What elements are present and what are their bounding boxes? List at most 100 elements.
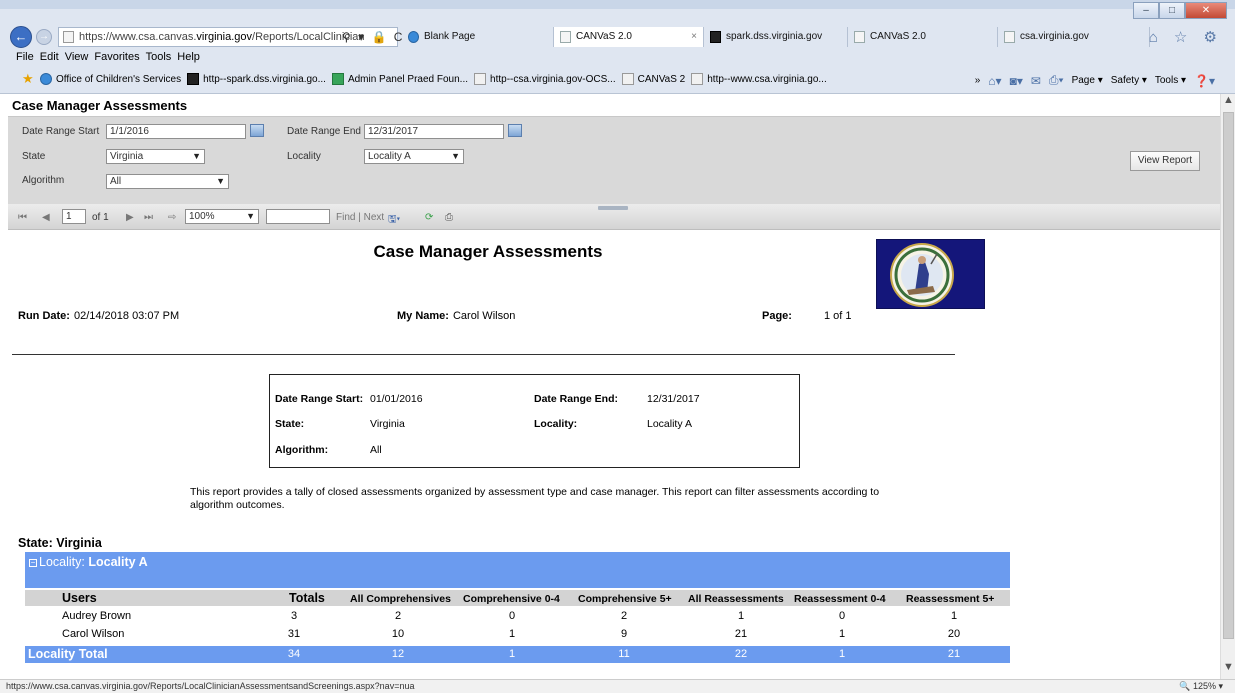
- calendar-icon[interactable]: [508, 124, 522, 137]
- first-page-icon[interactable]: ⏮: [18, 212, 27, 223]
- calendar-icon[interactable]: [250, 124, 264, 137]
- find-input[interactable]: [266, 209, 330, 224]
- menu-favorites[interactable]: Favorites: [94, 51, 139, 65]
- chevron-down-icon: ▼: [192, 151, 201, 161]
- favorites-star-icon[interactable]: ★: [22, 72, 36, 85]
- page-menu[interactable]: Page ▾: [1072, 75, 1103, 86]
- s-icon: [187, 73, 200, 85]
- view-report-button[interactable]: View Report: [1130, 151, 1200, 171]
- maximize-button[interactable]: □: [1159, 2, 1185, 19]
- favorite-spark[interactable]: http--spark.dss.virginia.go...: [187, 73, 326, 85]
- last-page-icon[interactable]: ⏭: [144, 212, 153, 223]
- forward-button[interactable]: →: [36, 29, 52, 45]
- table-row-user: Audrey Brown: [62, 610, 132, 622]
- print-icon[interactable]: ⎙▾: [1049, 73, 1064, 88]
- state-select[interactable]: Virginia ▼: [106, 149, 205, 164]
- tab-spark-dss[interactable]: spark.dss.virginia.gov: [704, 27, 848, 47]
- back-button[interactable]: ←: [10, 26, 32, 48]
- scroll-down-icon[interactable]: ▼: [1221, 661, 1235, 677]
- scroll-up-icon[interactable]: ▲: [1221, 94, 1235, 110]
- page-icon: [560, 31, 571, 43]
- refresh-icon[interactable]: ⟳: [425, 212, 433, 223]
- admin-panel-icon: [331, 73, 344, 85]
- report-description: This report provides a tally of closed a…: [190, 486, 880, 511]
- col-all-comprehensives: All Comprehensives: [350, 593, 451, 605]
- page-icon: [621, 73, 634, 85]
- algorithm-select[interactable]: All ▼: [106, 174, 229, 189]
- favorites-bar: ★ Office of Children's Services http--sp…: [0, 68, 1235, 92]
- favorite-csa-ocs[interactable]: http--csa.virginia.gov-OCS...: [474, 73, 616, 85]
- locality-select-value: Locality A: [368, 151, 411, 162]
- minimize-button[interactable]: –: [1133, 2, 1159, 19]
- tab-blank-page[interactable]: Blank Page: [402, 27, 554, 47]
- table-cell: 10: [391, 628, 405, 640]
- vertical-scrollbar[interactable]: ▲ ▼: [1220, 94, 1235, 679]
- page-label: Page:: [762, 310, 792, 322]
- algorithm-label: Algorithm: [22, 175, 65, 186]
- tab-strip: Blank Page CANVaS 2.0 × spark.dss.virgin…: [402, 27, 1150, 47]
- close-button[interactable]: ✕: [1185, 2, 1227, 19]
- page-icon: [854, 31, 865, 43]
- state-group-header: State: Virginia: [18, 536, 102, 550]
- col-all-reassessments: All Reassessments: [688, 593, 784, 605]
- tab-canvas-2[interactable]: CANVaS 2.0: [848, 27, 998, 47]
- menu-edit[interactable]: Edit: [40, 51, 59, 65]
- find-next-links[interactable]: Find | Next: [336, 212, 384, 223]
- prev-page-icon[interactable]: ◀: [42, 212, 50, 223]
- locality-select[interactable]: Locality A ▼: [364, 149, 464, 164]
- menu-view[interactable]: View: [65, 51, 89, 65]
- next-page-icon[interactable]: ▶: [126, 212, 134, 223]
- algorithm-select-value: All: [110, 176, 122, 187]
- favorite-www-csa[interactable]: http--www.csa.virginia.go...: [691, 73, 827, 85]
- date-start-input[interactable]: 1/1/2016: [106, 124, 246, 139]
- table-cell: 3: [290, 610, 298, 622]
- home-icon[interactable]: ⌂▾: [988, 74, 1001, 88]
- tools-menu[interactable]: Tools ▾: [1155, 75, 1186, 86]
- table-cell: 1: [838, 628, 846, 640]
- page-info-label: Page:: [762, 310, 796, 322]
- status-url: https://www.csa.canvas.virginia.gov/Repo…: [6, 681, 415, 691]
- table-cell: 0: [838, 610, 846, 622]
- tab-canvas-2-active[interactable]: CANVaS 2.0 ×: [554, 27, 704, 47]
- menu-help[interactable]: Help: [177, 51, 200, 65]
- scrollbar-thumb[interactable]: [1223, 112, 1234, 639]
- page-number-input[interactable]: 1: [62, 209, 86, 224]
- my-name-value: Carol Wilson: [452, 310, 516, 322]
- mail-icon[interactable]: ✉: [1031, 74, 1041, 88]
- favorite-ocs[interactable]: Office of Children's Services: [40, 73, 181, 85]
- date-end-input[interactable]: 12/31/2017: [364, 124, 504, 139]
- home-favorites-settings-icons[interactable]: ⌂ ☆ ⚙: [1149, 28, 1223, 46]
- back-to-parent-icon[interactable]: ⇨: [168, 212, 176, 223]
- summary-start-label: Date Range Start:: [275, 393, 364, 405]
- page-icon: [691, 73, 704, 85]
- date-start-label: Date Range Start: [22, 126, 100, 137]
- parameter-summary-box: Date Range Start: 01/01/2016 Date Range …: [269, 374, 800, 468]
- tab-close-icon[interactable]: ×: [691, 27, 697, 47]
- menu-file[interactable]: File: [16, 51, 34, 65]
- menu-tools[interactable]: Tools: [146, 51, 172, 65]
- chevron-down-icon: ▼: [216, 176, 225, 186]
- feeds-icon[interactable]: ◙▾: [1010, 74, 1023, 88]
- locality-group-header: − Locality: Locality A: [25, 552, 1010, 588]
- print-icon[interactable]: ⎙: [445, 212, 453, 223]
- table-cell: 1: [508, 628, 516, 640]
- favorite-canvas-2[interactable]: CANVaS 2: [621, 73, 685, 85]
- col-reassessment-0-4: Reassessment 0-4: [794, 593, 886, 605]
- col-users: Users: [62, 591, 97, 605]
- zoom-select[interactable]: 100% ▼: [185, 209, 259, 224]
- chevron-icon[interactable]: »: [975, 75, 981, 86]
- table-cell: 1: [950, 610, 958, 622]
- table-cell: 9: [620, 628, 628, 640]
- help-icon[interactable]: ❓▾: [1194, 74, 1215, 88]
- safety-menu[interactable]: Safety ▾: [1111, 75, 1147, 86]
- summary-state-label: State:: [275, 418, 305, 430]
- export-icon[interactable]: 🖫▾: [388, 212, 400, 229]
- address-bar-icons[interactable]: ⚲ ▾ 🔒 C: [342, 30, 404, 44]
- col-totals: Totals: [289, 591, 325, 605]
- favorite-admin-panel[interactable]: Admin Panel Praed Foun...: [331, 73, 468, 85]
- table-cell: 2: [620, 610, 628, 622]
- tab-csa-virginia[interactable]: csa.virginia.gov: [998, 27, 1150, 47]
- collapse-toggle-icon[interactable]: −: [29, 559, 37, 567]
- zoom-level[interactable]: 🔍 125% ▾: [1179, 680, 1223, 693]
- parameter-splitter-handle[interactable]: [598, 206, 628, 210]
